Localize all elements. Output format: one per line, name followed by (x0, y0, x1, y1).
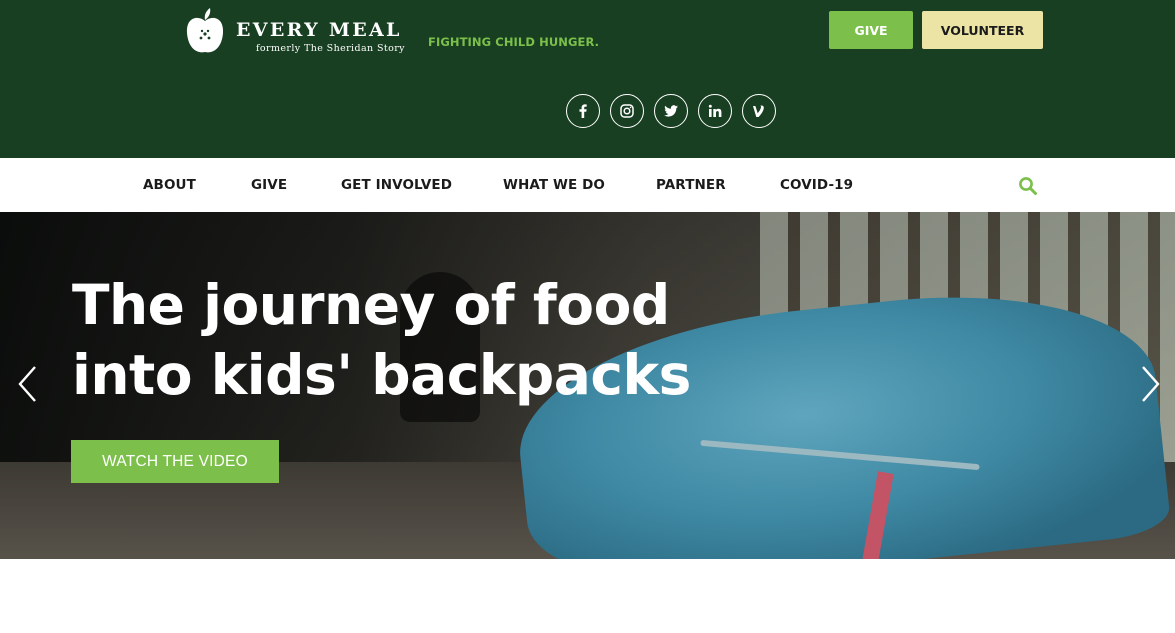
site-header: EVERY MEAL formerly The Sheridan Story F… (0, 0, 1175, 158)
brand-name: EVERY MEAL (236, 19, 402, 41)
linkedin-link[interactable] (698, 94, 732, 128)
facebook-icon (579, 104, 587, 118)
logo[interactable]: EVERY MEAL formerly The Sheridan Story (186, 7, 405, 55)
nav-item-about[interactable]: ABOUT (143, 177, 196, 193)
main-nav: ABOUT GIVE GET INVOLVED WHAT WE DO PARTN… (0, 158, 1175, 212)
carousel-next-arrow-icon[interactable] (1138, 364, 1162, 404)
facebook-link[interactable] (566, 94, 600, 128)
nav-item-give[interactable]: GIVE (251, 177, 287, 193)
hero-title-line-2: into kids' backpacks (72, 343, 691, 407)
instagram-link[interactable] (610, 94, 644, 128)
volunteer-button[interactable]: VOLUNTEER (922, 11, 1043, 49)
tagline: FIGHTING CHILD HUNGER. (428, 35, 600, 49)
twitter-icon (664, 105, 678, 117)
nav-item-partner[interactable]: PARTNER (656, 177, 726, 193)
nav-item-get-involved[interactable]: GET INVOLVED (341, 177, 452, 193)
hero-title-line-1: The journey of food (72, 273, 670, 337)
hero-carousel: The journey of food into kids' backpacks… (0, 212, 1175, 559)
apple-logo-icon (186, 8, 224, 53)
twitter-link[interactable] (654, 94, 688, 128)
vine-icon (753, 105, 764, 117)
linkedin-icon (708, 104, 722, 117)
nav-item-what-we-do[interactable]: WHAT WE DO (503, 177, 605, 193)
vine-link[interactable] (742, 94, 776, 128)
instagram-icon (620, 104, 634, 118)
watch-video-button[interactable]: WATCH THE VIDEO (71, 440, 279, 483)
social-links (566, 94, 776, 128)
search-icon[interactable] (1018, 176, 1038, 196)
brand-subtitle: formerly The Sheridan Story (256, 43, 405, 54)
carousel-prev-arrow-icon[interactable] (16, 364, 40, 404)
give-button[interactable]: GIVE (829, 11, 913, 49)
hero-title: The journey of food into kids' backpacks (72, 270, 691, 410)
nav-item-covid-19[interactable]: COVID-19 (780, 177, 853, 193)
